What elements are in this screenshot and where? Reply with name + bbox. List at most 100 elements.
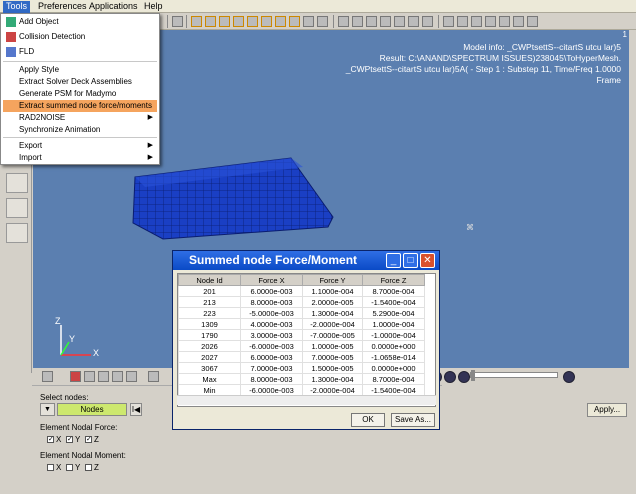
force-y-checkbox[interactable]: ✓ <box>66 436 73 443</box>
view-user-icon[interactable] <box>289 16 300 27</box>
pan-icon[interactable] <box>380 16 391 27</box>
table-row[interactable]: 1790 3.0000e-003 -7.0000e-005 -1.0000e-004 <box>178 329 425 341</box>
rotate-icon[interactable] <box>366 16 377 27</box>
mesh-icon[interactable] <box>84 371 95 382</box>
table-row[interactable]: 3067 7.0000e-003 1.5000e-005 0.0000e+000 <box>178 362 425 374</box>
force-y-label: Y <box>75 435 81 444</box>
force-x-label: X <box>56 435 62 444</box>
table-cell: 2026 <box>178 340 241 352</box>
horizontal-scrollbar[interactable] <box>177 395 436 405</box>
menu-item-add-object[interactable]: Add Object <box>3 16 157 28</box>
column-header[interactable]: Force X <box>240 274 303 286</box>
view-save-icon[interactable] <box>303 16 314 27</box>
legend-icon[interactable] <box>148 371 159 382</box>
last-frame-icon[interactable] <box>458 371 470 383</box>
table-row[interactable]: 213 8.0000e-003 2.0000e-005 -1.5400e-004 <box>178 296 425 308</box>
wire-icon[interactable] <box>112 371 123 382</box>
layout-1-icon[interactable] <box>443 16 454 27</box>
table-row[interactable]: 2027 6.0000e-003 7.0000e-005 -1.0658e-014 <box>178 351 425 363</box>
table-cell: 8.0000e-003 <box>240 296 303 308</box>
mesh-model[interactable] <box>123 155 343 240</box>
view-back-icon[interactable] <box>205 16 216 27</box>
view-bottom-icon[interactable] <box>261 16 272 27</box>
layout-2-icon[interactable] <box>457 16 468 27</box>
table-row[interactable]: 2026 -6.0000e-003 1.0000e-005 0.0000e+000 <box>178 340 425 352</box>
table-cell: 8.0000e-003 <box>240 373 303 385</box>
layout-5-icon[interactable] <box>499 16 510 27</box>
minimize-icon[interactable]: _ <box>386 253 401 268</box>
table-row[interactable]: Min -6.0000e-003 -2.0000e-004 -1.5400e-004 <box>178 384 425 396</box>
view-front-icon[interactable] <box>191 16 202 27</box>
next-frame-icon[interactable] <box>444 371 456 383</box>
table-cell: -1.5400e-004 <box>362 384 425 396</box>
column-header[interactable]: Force Y <box>302 274 363 286</box>
table-cell: 6.0000e-003 <box>240 285 303 297</box>
menu-item-rad2noise[interactable]: RAD2NOISE ▶ <box>3 112 157 124</box>
menu-separator <box>3 137 157 138</box>
view-top-icon[interactable] <box>247 16 258 27</box>
layout-6-icon[interactable] <box>513 16 524 27</box>
cube-icon[interactable] <box>126 371 137 382</box>
table-row[interactable]: 1309 4.0000e-003 -2.0000e-004 1.0000e-004 <box>178 318 425 330</box>
table-row[interactable]: 223 -5.0000e-003 1.3000e-004 5.2900e-004 <box>178 307 425 319</box>
zoom-icon[interactable] <box>172 16 183 27</box>
menu-preferences[interactable]: Preferences <box>35 1 90 13</box>
menu-bar: Tools Preferences Applications Help <box>0 0 636 13</box>
moment-y-checkbox[interactable] <box>66 464 73 471</box>
view-iso-icon[interactable] <box>275 16 286 27</box>
panel-button[interactable] <box>6 173 28 193</box>
layout-3-icon[interactable] <box>471 16 482 27</box>
close-icon[interactable]: ✕ <box>420 253 435 268</box>
column-header[interactable]: Node Id <box>178 274 241 286</box>
menu-item-fld[interactable]: FLD <box>3 46 157 58</box>
panel-button[interactable] <box>6 198 28 218</box>
table-cell: 1.3000e-004 <box>302 373 363 385</box>
menu-item-import[interactable]: Import ▶ <box>3 152 157 164</box>
menu-item-generate-psm[interactable]: Generate PSM for Madymo <box>3 88 157 100</box>
table-row[interactable]: Max 8.0000e-003 1.3000e-004 8.7000e-004 <box>178 373 425 385</box>
menu-item-extract-summed-force[interactable]: Extract summed node force/moments <box>3 100 157 112</box>
apply-button[interactable]: Apply... <box>587 403 627 417</box>
nodes-selector[interactable]: Nodes <box>57 403 127 416</box>
spin-icon[interactable] <box>394 16 405 27</box>
table-row[interactable]: 201 6.0000e-003 1.1000e-004 8.7000e-004 <box>178 285 425 297</box>
maximize-icon[interactable]: □ <box>403 253 418 268</box>
fit-icon[interactable] <box>338 16 349 27</box>
fld-icon <box>6 47 16 57</box>
menu-item-synchronize-animation[interactable]: Synchronize Animation <box>3 124 157 136</box>
view-left-icon[interactable] <box>219 16 230 27</box>
collision-icon <box>6 32 16 42</box>
reverse-selection-button[interactable]: I◀ <box>130 403 142 416</box>
zoom-in-icon[interactable] <box>352 16 363 27</box>
menu-help[interactable]: Help <box>141 1 166 13</box>
moment-x-checkbox[interactable] <box>47 464 54 471</box>
animation-slider[interactable] <box>470 370 558 381</box>
view-right-icon[interactable] <box>233 16 244 27</box>
table-cell: 4.0000e-003 <box>240 318 303 330</box>
move-icon[interactable] <box>408 16 419 27</box>
menu-item-label: Add Object <box>19 17 59 26</box>
panel-button[interactable] <box>6 223 28 243</box>
clip-icon[interactable] <box>422 16 433 27</box>
nodes-dropdown-icon[interactable]: ▼ <box>40 403 55 416</box>
contour-icon[interactable] <box>70 371 81 382</box>
settings-icon[interactable] <box>563 371 575 383</box>
shade-icon[interactable] <box>98 371 109 382</box>
ok-button[interactable]: OK <box>351 413 385 427</box>
camera-icon[interactable] <box>317 16 328 27</box>
axis-triad: Z Y X <box>51 316 101 362</box>
column-header[interactable]: Force Z <box>362 274 425 286</box>
menu-item-export[interactable]: Export ▶ <box>3 140 157 152</box>
menu-applications[interactable]: Applications <box>86 1 141 13</box>
display-icon[interactable] <box>42 371 53 382</box>
menu-tools[interactable]: Tools <box>3 1 31 13</box>
menu-item-extract-solver-deck[interactable]: Extract Solver Deck Assemblies <box>3 76 157 88</box>
moment-z-checkbox[interactable] <box>85 464 92 471</box>
force-z-checkbox[interactable]: ✓ <box>85 436 92 443</box>
menu-item-collision-detection[interactable]: Collision Detection <box>3 31 157 43</box>
layout-7-icon[interactable] <box>527 16 538 27</box>
force-x-checkbox[interactable]: ✓ <box>47 436 54 443</box>
layout-4-icon[interactable] <box>485 16 496 27</box>
menu-item-apply-style[interactable]: Apply Style <box>3 64 157 76</box>
save-as-button[interactable]: Save As... <box>391 413 435 427</box>
